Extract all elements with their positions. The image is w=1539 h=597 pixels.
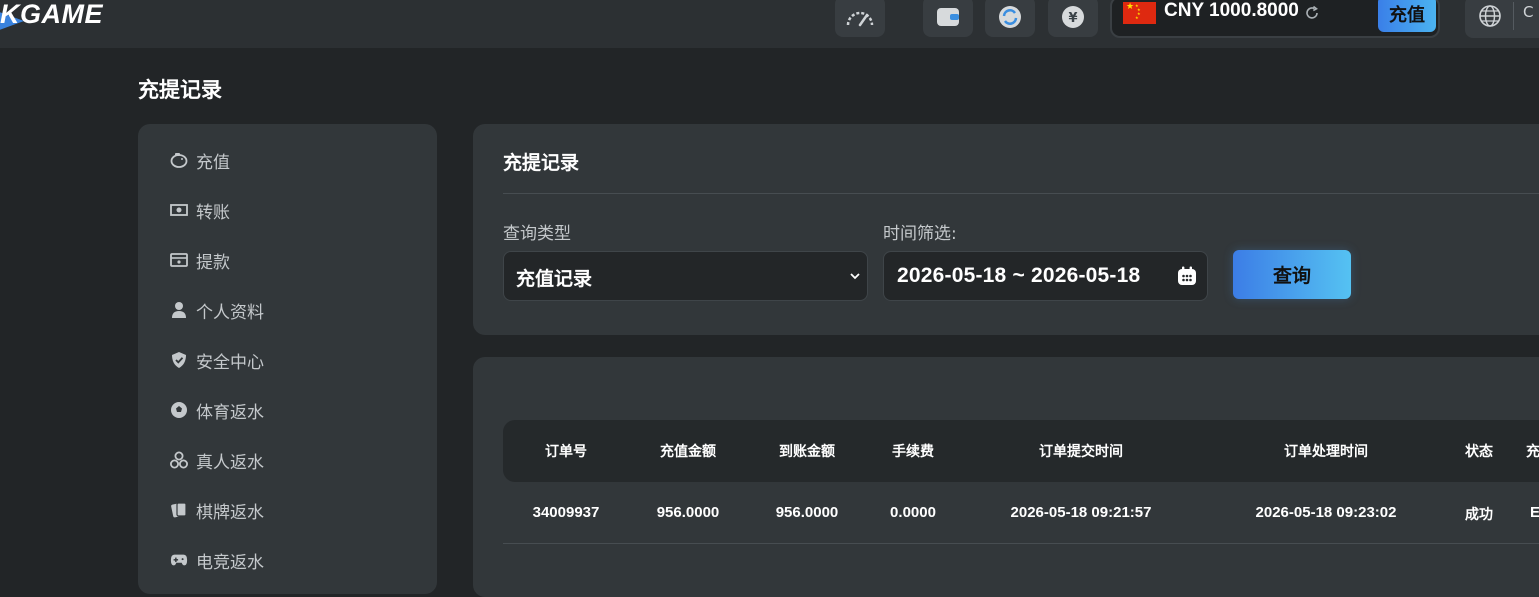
wallet-button[interactable] <box>923 0 973 37</box>
date-range-picker[interactable]: 2026-05-18 ~ 2026-05-18 <box>883 251 1208 301</box>
table-row[interactable]: 34009937 956.0000 956.0000 0.0000 2026-0… <box>503 482 1539 544</box>
top-bar: KGAME ¥ ★ ★ ★ ★ ★ CNY 1000.8000 充值 C <box>0 0 1539 48</box>
filter-card: 充提记录 查询类型 充值记录 时间筛选: 2026-05-18 ~ 2026-0… <box>473 124 1539 335</box>
gamepad-icon <box>170 551 188 569</box>
sidebar-item-label: 提款 <box>196 252 230 273</box>
atm-icon <box>170 251 188 269</box>
column-header: 充 <box>1526 444 1539 460</box>
speed-button[interactable] <box>835 0 885 37</box>
sidebar-item-label: 个人资料 <box>196 302 264 323</box>
calendar-icon <box>1178 266 1196 285</box>
sidebar-item-live-rebate[interactable]: 真人返水 <box>170 448 264 473</box>
records-table: 订单号 充值金额 到账金额 手续费 订单提交时间 订单处理时间 状态 充 340… <box>473 357 1539 597</box>
column-header: 订单提交时间 <box>1039 444 1123 460</box>
language-selector[interactable]: C <box>1465 0 1539 38</box>
sidebar-item-label: 体育返水 <box>196 402 264 423</box>
column-header: 手续费 <box>892 444 934 460</box>
column-header: 到账金额 <box>779 444 835 460</box>
refresh-icon[interactable] <box>1304 5 1320 21</box>
column-header: 充值金额 <box>660 444 716 460</box>
user-icon <box>170 301 188 319</box>
cards-icon <box>170 501 188 519</box>
sidebar-item-label: 安全中心 <box>196 352 264 373</box>
page-title: 充提记录 <box>138 78 222 102</box>
fee: 0.0000 <box>890 504 936 521</box>
column-header: 状态 <box>1465 444 1493 460</box>
piggy-bank-icon <box>170 151 188 169</box>
divider <box>1513 2 1514 30</box>
sidebar-item-label: 真人返水 <box>196 452 264 473</box>
status-badge: 成功 <box>1465 507 1493 523</box>
deposit-button[interactable]: 充值 <box>1378 0 1436 32</box>
sidebar-item-deposit[interactable]: 充值 <box>170 148 230 173</box>
china-flag-icon: ★ ★ ★ ★ ★ <box>1123 2 1156 24</box>
sidebar-item-cards-rebate[interactable]: 棋牌返水 <box>170 498 264 523</box>
deposit-amount: 956.0000 <box>656 504 720 521</box>
date-range-value: 2026-05-18 ~ 2026-05-18 <box>897 264 1141 287</box>
globe-icon <box>1479 5 1501 27</box>
column-header: 订单处理时间 <box>1284 444 1368 460</box>
query-type-label: 查询类型 <box>503 224 571 244</box>
logo-text: KGAME <box>0 0 103 29</box>
sidebar-item-label: 转账 <box>196 202 230 223</box>
transfer-button[interactable] <box>985 0 1035 37</box>
divider <box>503 193 1539 194</box>
sidebar-item-label: 充值 <box>196 152 230 173</box>
process-time: 2026-05-18 09:23:02 <box>1255 504 1397 521</box>
sidebar-item-label: 电竞返水 <box>196 552 264 573</box>
language-code: C <box>1523 3 1534 21</box>
query-type-value: 充值记录 <box>516 268 593 290</box>
truncated-cell: E <box>1529 504 1539 521</box>
table-header: 订单号 充值金额 到账金额 手续费 订单提交时间 订单处理时间 状态 充 <box>503 420 1539 482</box>
card-title: 充提记录 <box>503 152 580 174</box>
submit-time: 2026-05-18 09:21:57 <box>1010 504 1152 521</box>
sidebar-item-security[interactable]: 安全中心 <box>170 348 264 373</box>
query-type-select[interactable]: 充值记录 <box>503 251 868 301</box>
chevron-down-icon <box>850 273 860 280</box>
svg-text:¥: ¥ <box>1068 11 1077 26</box>
sidebar-item-profile[interactable]: 个人资料 <box>170 298 264 323</box>
money-icon <box>170 201 188 219</box>
order-id: 34009937 <box>532 504 600 521</box>
sidebar-item-label: 棋牌返水 <box>196 502 264 523</box>
sidebar-item-sports-rebate[interactable]: 体育返水 <box>170 398 264 423</box>
received-amount: 956.0000 <box>775 504 839 521</box>
balance-box: ★ ★ ★ ★ ★ CNY 1000.8000 充值 <box>1110 0 1440 38</box>
sidebar-item-esports-rebate[interactable]: 电竞返水 <box>170 548 264 573</box>
transfer-icon <box>999 5 1021 28</box>
sidebar-item-transfer[interactable]: 转账 <box>170 198 230 223</box>
query-button[interactable]: 查询 <box>1233 250 1351 299</box>
speed-icon <box>846 11 874 26</box>
chips-icon <box>170 451 188 469</box>
time-filter-label: 时间筛选: <box>883 224 957 244</box>
shield-icon <box>170 351 188 369</box>
wallet-icon <box>937 7 959 26</box>
column-header: 订单号 <box>545 444 587 460</box>
balance-amount: CNY 1000.8000 <box>1164 0 1299 21</box>
soccer-ball-icon <box>170 401 188 419</box>
yuan-icon: ¥ <box>1062 5 1084 28</box>
sidebar: 充值 转账 提款 个人资料 安全中心 体育返水 真人返水 棋牌返水 电竞返水 <box>138 124 437 594</box>
yuan-button[interactable]: ¥ <box>1048 0 1098 37</box>
sidebar-item-withdraw[interactable]: 提款 <box>170 248 230 273</box>
